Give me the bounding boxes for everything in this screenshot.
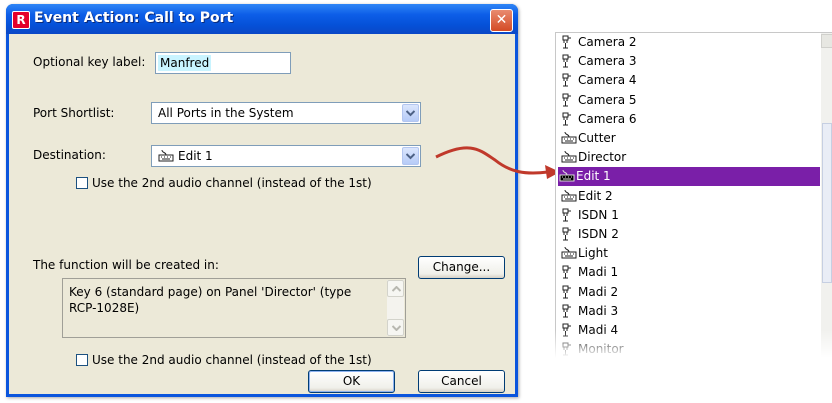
keyboard-icon xyxy=(559,169,575,185)
list-item-label: Edit 1 xyxy=(576,169,611,184)
scroll-up-button[interactable] xyxy=(821,34,832,48)
keyboard-icon xyxy=(561,189,577,205)
port-icon xyxy=(561,54,573,71)
torn-edge xyxy=(555,330,832,370)
list-item-label: Camera 4 xyxy=(578,73,637,88)
list-item-label: Director xyxy=(578,150,627,165)
list-item[interactable]: Camera 3 xyxy=(560,52,818,71)
list-item[interactable]: Camera 6 xyxy=(560,110,818,129)
scroll-thumb[interactable] xyxy=(822,123,832,283)
list-item-label: Camera 6 xyxy=(578,111,637,126)
keyboard-icon xyxy=(561,131,577,147)
list-item[interactable]: ISDN 1 xyxy=(560,206,818,225)
list-item-label: Camera 2 xyxy=(578,35,637,49)
list-item[interactable]: Edit 2 xyxy=(560,187,818,206)
list-item[interactable]: Madi 3 xyxy=(560,302,818,321)
list-item[interactable]: Camera 5 xyxy=(560,91,818,110)
port-icon xyxy=(561,35,573,52)
list-item[interactable]: Light xyxy=(560,244,818,263)
list-item[interactable]: Cutter xyxy=(560,129,818,148)
list-item-label: Madi 1 xyxy=(578,265,619,280)
list-item-label: ISDN 2 xyxy=(578,227,619,241)
list-item-label: Edit 2 xyxy=(578,188,613,203)
port-icon xyxy=(561,208,573,225)
keyboard-icon xyxy=(561,150,577,166)
port-icon xyxy=(561,265,573,282)
port-icon xyxy=(561,112,573,129)
port-icon xyxy=(561,93,573,110)
list-item-label: Cutter xyxy=(578,131,616,145)
list-item-label: Madi 3 xyxy=(578,303,619,318)
list-item[interactable]: Madi 1 xyxy=(560,263,818,282)
port-icon xyxy=(561,285,573,302)
list-item[interactable]: ISDN 2 xyxy=(560,225,818,244)
list-item[interactable]: Director xyxy=(560,148,818,167)
list-scrollbar[interactable] xyxy=(821,33,832,363)
list-item[interactable]: Edit 1 xyxy=(558,167,820,187)
list-item-label: Light xyxy=(578,246,608,261)
list-item[interactable]: Camera 4 xyxy=(560,71,818,90)
list-item[interactable]: Madi 2 xyxy=(560,283,818,302)
list-item-label: Camera 3 xyxy=(578,54,637,69)
port-icon xyxy=(561,304,573,321)
list-item-label: Madi 2 xyxy=(578,284,619,299)
list-item[interactable]: Camera 2 xyxy=(560,33,818,52)
destination-dropdown-list[interactable]: Camera 2 Camera 3 Camera 4 Camera 5 Camera 6… xyxy=(555,32,832,363)
port-icon xyxy=(561,73,573,90)
list-item-label: Camera 5 xyxy=(578,92,637,107)
keyboard-icon xyxy=(561,246,577,262)
port-icon xyxy=(561,227,573,244)
list-item-label: ISDN 1 xyxy=(578,207,619,222)
